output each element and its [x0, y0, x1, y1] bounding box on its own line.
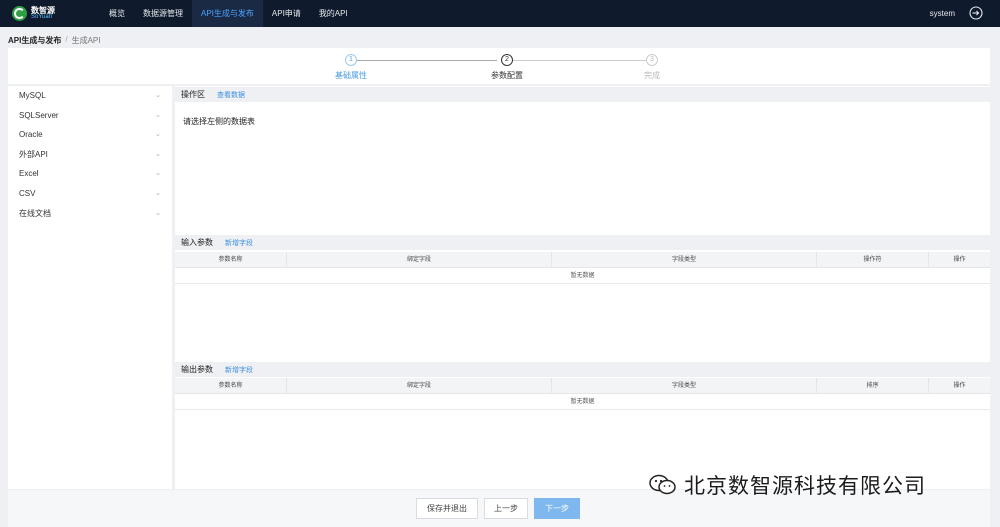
chevron-down-icon: ⌄ [155, 209, 161, 217]
nav-overview[interactable]: 概览 [100, 0, 134, 27]
sidebar-item-excel[interactable]: Excel ⌄ [8, 164, 172, 184]
prev-step-button[interactable]: 上一步 [484, 498, 528, 519]
add-input-field-link[interactable]: 新增字段 [225, 238, 253, 248]
column-header[interactable]: 操作 [929, 252, 990, 267]
step-finish: 3 完成 [622, 54, 682, 81]
output-params-table: 参数名称 绑定字段 字段类型 排序 操作 暂无数据 [175, 378, 990, 410]
operation-title: 操作区 [181, 90, 205, 99]
watermark: 北京数智源科技有限公司 [648, 470, 926, 500]
breadcrumb-parent[interactable]: API生成与发布 [8, 35, 61, 46]
add-output-field-link[interactable]: 新增字段 [225, 365, 253, 375]
sidebar-item-label: 外部API [19, 149, 48, 159]
wechat-icon [649, 474, 676, 495]
breadcrumb: API生成与发布 / 生成API [8, 35, 100, 46]
step-basic: 1 基础属性 [321, 54, 381, 81]
step-number: 2 [501, 54, 513, 66]
logo-mark-icon [12, 6, 27, 21]
sidebar-item-oracle[interactable]: Oracle ⌄ [8, 125, 172, 145]
table-header: 参数名称 绑定字段 字段类型 排序 操作 [175, 378, 990, 394]
brand-logo[interactable]: 数智源 SoYuan [0, 0, 100, 27]
output-params-title: 输出参数 [181, 365, 213, 374]
top-navbar: 数智源 SoYuan 概览 数据源管理 API生成与发布 API申请 我的API… [0, 0, 1000, 27]
column-header[interactable]: 参数名称 [175, 252, 287, 267]
next-step-button[interactable]: 下一步 [534, 498, 580, 519]
wizard-steps: 1 基础属性 2 参数配置 3 完成 [8, 48, 990, 84]
sidebar-item-label: Oracle [19, 130, 43, 140]
select-table-hint: 请选择左侧的数据表 [183, 117, 255, 126]
chevron-down-icon: ⌄ [155, 150, 161, 158]
view-data-link[interactable]: 查看数据 [217, 90, 245, 100]
step-number: 3 [646, 54, 658, 66]
sidebar-item-label: MySQL [19, 91, 46, 100]
input-params-table: 参数名称 绑定字段 字段类型 操作符 操作 暂无数据 [175, 252, 990, 284]
breadcrumb-separator: / [65, 35, 68, 44]
input-params-title: 输入参数 [181, 238, 213, 247]
watermark-text: 北京数智源科技有限公司 [684, 474, 926, 498]
sidebar-item-label: CSV [19, 188, 36, 198]
step-params: 2 参数配置 [477, 54, 537, 81]
column-header[interactable]: 操作符 [817, 252, 929, 267]
logout-icon[interactable] [969, 6, 983, 20]
main-panel: 操作区 查看数据 请选择左侧的数据表 输入参数 新增字段 参数名称 绑定字段 字… [175, 86, 990, 489]
column-header[interactable]: 字段类型 [552, 252, 817, 267]
brand-name-en: SoYuan [31, 13, 53, 20]
chevron-down-icon: ⌄ [155, 189, 161, 197]
chevron-down-icon: ⌄ [155, 92, 161, 99]
input-params-header: 输入参数 新增字段 [175, 235, 990, 250]
datasource-sidebar: MySQL ⌄ SQLServer ⌄ Oracle ⌄ 外部API ⌄ Excel ⌄ … [8, 86, 172, 489]
table-header: 参数名称 绑定字段 字段类型 操作符 操作 [175, 252, 990, 268]
chevron-down-icon: ⌄ [155, 111, 161, 119]
sidebar-item-mysql[interactable]: MySQL ⌄ [8, 86, 172, 106]
column-header[interactable]: 操作 [929, 378, 990, 393]
brand-name: 数智源 [31, 5, 55, 15]
chevron-down-icon: ⌄ [155, 170, 161, 178]
empty-table-text: 暂无数据 [175, 268, 990, 284]
column-header[interactable]: 绑定字段 [287, 252, 552, 267]
step-label: 参数配置 [491, 71, 523, 80]
column-header[interactable]: 绑定字段 [287, 378, 552, 393]
empty-table-text: 暂无数据 [175, 394, 990, 410]
step-label: 基础属性 [335, 71, 367, 80]
user-name[interactable]: system [930, 0, 955, 27]
sidebar-item-label: SQLServer [19, 110, 59, 120]
sidebar-item-csv[interactable]: CSV ⌄ [8, 184, 172, 204]
nav-api-publish[interactable]: API生成与发布 [192, 0, 263, 27]
save-exit-button[interactable]: 保存并退出 [416, 498, 478, 519]
column-header[interactable]: 字段类型 [552, 378, 817, 393]
sidebar-item-label: Excel [19, 169, 39, 179]
column-header[interactable]: 排序 [817, 378, 929, 393]
sidebar-item-external-api[interactable]: 外部API ⌄ [8, 145, 172, 165]
nav-datasource[interactable]: 数据源管理 [134, 0, 192, 27]
column-header[interactable]: 参数名称 [175, 378, 287, 393]
sidebar-item-label: 在线文档 [19, 208, 51, 218]
chevron-down-icon: ⌄ [155, 131, 161, 139]
output-params-header: 输出参数 新增字段 [175, 362, 990, 377]
sidebar-item-sqlserver[interactable]: SQLServer ⌄ [8, 106, 172, 126]
step-label: 完成 [644, 71, 660, 80]
main-nav: 概览 数据源管理 API生成与发布 API申请 我的API [100, 0, 357, 27]
nav-my-api[interactable]: 我的API [310, 0, 357, 27]
nav-api-apply[interactable]: API申请 [263, 0, 310, 27]
operation-header: 操作区 查看数据 [175, 87, 990, 102]
breadcrumb-current: 生成API [71, 36, 101, 45]
step-number: 1 [345, 54, 357, 66]
sidebar-item-online-doc[interactable]: 在线文档 ⌄ [8, 204, 172, 224]
